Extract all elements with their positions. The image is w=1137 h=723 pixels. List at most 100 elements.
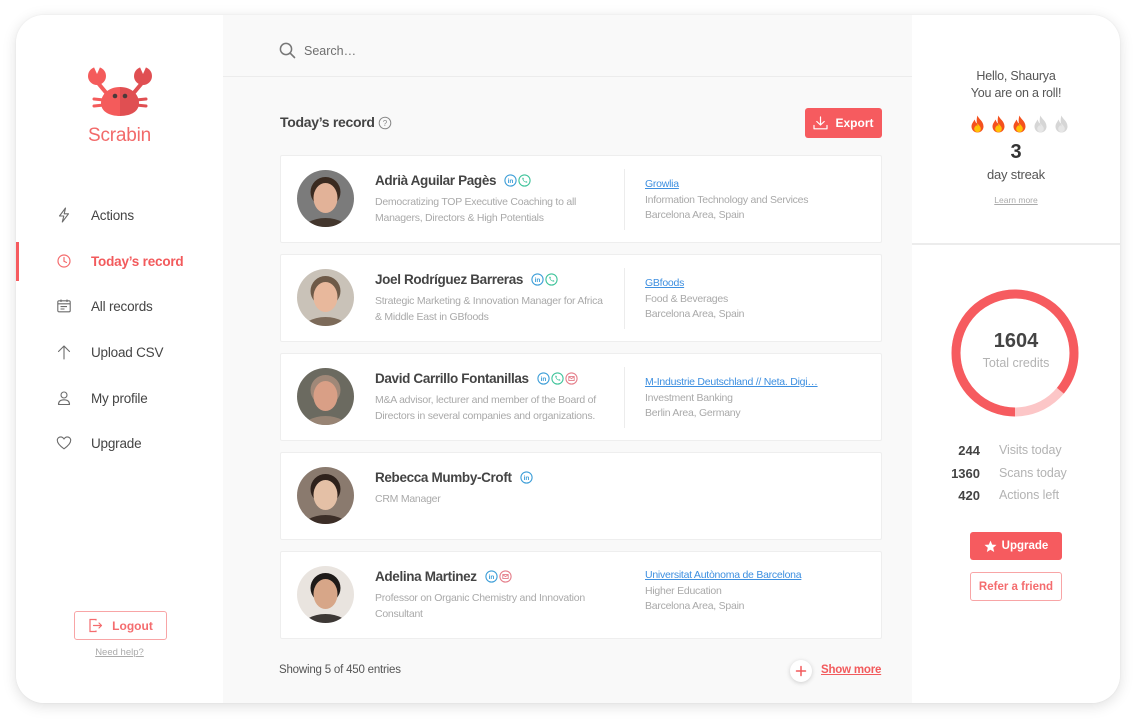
help-icon[interactable]: ? [378, 116, 392, 130]
sidebar-item-label: All records [91, 298, 153, 314]
search-bar [223, 15, 912, 77]
linkedin-icon[interactable]: in [485, 570, 498, 583]
sidebar-item-upload-csv[interactable]: Upload CSV [16, 334, 223, 370]
greeting-name: Hello, Shaurya [976, 69, 1056, 83]
streak-flames [969, 115, 1070, 133]
upgrade-button[interactable]: Upgrade [970, 532, 1062, 560]
stat-row: 244 Visits today [912, 443, 1120, 461]
record-name: Adrià Aguilar Pagès [375, 173, 497, 188]
avatar [297, 170, 354, 227]
contact-icons: in [504, 174, 531, 187]
email-icon[interactable] [565, 372, 578, 385]
credits-label: Total credits [982, 356, 1050, 370]
sidebar-item-label: My profile [91, 390, 148, 406]
stat-label: Actions left [999, 488, 1059, 502]
svg-text:in: in [508, 178, 514, 185]
divider [624, 169, 625, 230]
stat-label: Scans today [999, 466, 1067, 480]
record-description: CRM Manager [375, 493, 441, 505]
contact-icons: in [531, 273, 558, 286]
flame-icon [1011, 115, 1028, 133]
star-icon [984, 540, 997, 552]
user-icon [57, 391, 71, 406]
record-card[interactable]: Adelina Martinez in Professor on Organic C… [280, 551, 882, 639]
company-link[interactable]: M-Industrie Deutschland // Neta. Digi… [645, 375, 845, 391]
learn-more-text[interactable]: Learn more [994, 195, 1037, 205]
learn-more-link[interactable]: Learn more [912, 195, 1120, 205]
search-icon [279, 42, 296, 59]
greeting-subtitle: You are on a roll! [970, 86, 1062, 100]
company-industry: Higher Education [645, 584, 722, 597]
svg-text:in: in [523, 475, 529, 482]
download-icon [813, 116, 829, 130]
record-description: Strategic Marketing & Innovation Manager… [375, 295, 603, 323]
record-name: Joel Rodríguez Barreras [375, 272, 524, 287]
email-icon[interactable] [499, 570, 512, 583]
stat-row: 420 Actions left [912, 488, 1120, 506]
search-input[interactable] [304, 41, 704, 61]
record-name-row: Joel Rodríguez Barreras in [375, 272, 558, 287]
record-card[interactable]: Joel Rodríguez Barreras in Strategic Marke… [280, 254, 882, 342]
sidebar-item-actions[interactable]: Actions [16, 197, 223, 233]
export-button[interactable]: Export [805, 108, 882, 138]
record-name: Adelina Martinez [375, 569, 477, 584]
company-location: Barcelona Area, Spain [645, 308, 745, 320]
company-link[interactable]: GBfoods [645, 276, 845, 292]
record-company-info: Universitat Autònoma de Barcelona Higher … [645, 568, 845, 615]
flame-icon [969, 115, 986, 133]
company-location: Barcelona Area, Spain [645, 600, 745, 612]
record-name-row: Adelina Martinez in [375, 569, 512, 584]
divider [624, 367, 625, 428]
company-industry: Food & Beverages [645, 292, 728, 305]
flame-icon [990, 115, 1007, 133]
contact-icons: in [519, 471, 533, 484]
streak-label: day streak [987, 167, 1045, 182]
entries-count: Showing 5 of 450 entries [279, 664, 401, 676]
contact-icons: in [537, 372, 578, 385]
record-card[interactable]: Adrià Aguilar Pagès in Democratizing TOP E… [280, 155, 882, 243]
linkedin-icon[interactable]: in [504, 174, 517, 187]
refer-friend-button[interactable]: Refer a friend [970, 572, 1062, 601]
record-name: Rebecca Mumby-Croft [375, 470, 512, 485]
calendar-icon [57, 299, 71, 313]
app-window: Scrabin Actions Today’s record All recor… [16, 15, 1120, 703]
sidebar-item-label: Actions [91, 207, 134, 223]
avatar [297, 566, 354, 623]
sidebar: Scrabin Actions Today’s record All recor… [16, 15, 223, 703]
sidebar-item-label: Today’s record [91, 253, 184, 269]
record-company-info: M-Industrie Deutschland // Neta. Digi… In… [645, 375, 845, 422]
linkedin-icon[interactable]: in [537, 372, 550, 385]
linkedin-icon[interactable]: in [531, 273, 544, 286]
divider [624, 268, 625, 329]
stat-value: 1360 [951, 466, 980, 481]
company-link[interactable]: Growlia [645, 177, 845, 193]
stat-value: 420 [958, 488, 980, 503]
greeting: Hello, Shaurya You are on a roll! [912, 68, 1120, 102]
sidebar-item-all-records[interactable]: All records [16, 288, 223, 324]
svg-text:in: in [540, 376, 546, 383]
avatar [297, 269, 354, 326]
export-label: Export [835, 116, 874, 130]
flame-inactive-icon [1032, 115, 1049, 133]
phone-icon[interactable] [551, 372, 564, 385]
contact-icons: in [485, 570, 512, 583]
need-help-link[interactable]: Need help? [16, 647, 223, 658]
arrow-up-icon [57, 345, 71, 360]
svg-text:in: in [488, 574, 494, 581]
phone-icon[interactable] [545, 273, 558, 286]
show-more-link[interactable]: Show more [821, 664, 881, 676]
linkedin-icon[interactable]: in [519, 471, 533, 484]
sidebar-item-upgrade[interactable]: Upgrade [16, 425, 223, 461]
logout-button[interactable]: Logout [74, 611, 167, 640]
sidebar-item-my-profile[interactable]: My profile [16, 380, 223, 416]
sidebar-item-todays-record[interactable]: Today’s record [16, 243, 223, 279]
right-panel: Hello, Shaurya You are on a roll! 3 day … [912, 15, 1120, 703]
record-card[interactable]: David Carrillo Fontanillas in M&A advisor,… [280, 353, 882, 441]
record-company-info: GBfoods Food & Beverages Barcelona Area, S… [645, 276, 845, 323]
phone-icon[interactable] [518, 174, 531, 187]
record-card[interactable]: Rebecca Mumby-Croft in CRM Manager [280, 452, 882, 540]
sidebar-item-label: Upload CSV [91, 344, 164, 360]
show-more-plus-button[interactable] [790, 660, 812, 682]
company-link[interactable]: Universitat Autònoma de Barcelona [645, 568, 845, 584]
record-name-row: Adrià Aguilar Pagès in [375, 173, 531, 188]
